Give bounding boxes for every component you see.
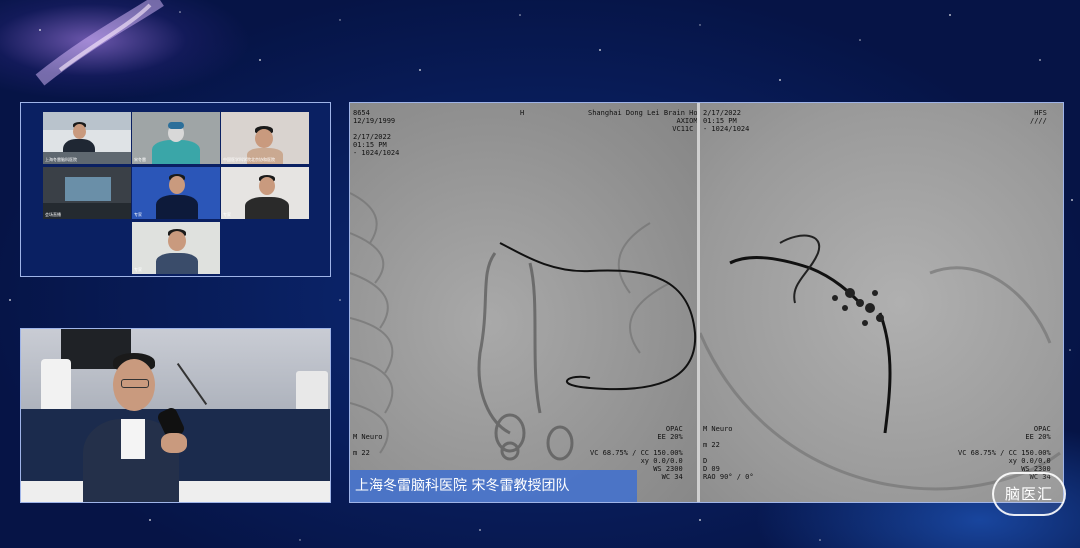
participant-name-label: 中国医学科学院北京协和医院 xyxy=(223,157,275,162)
study-info-overlay: M Neuro m 22 xyxy=(353,433,383,457)
participant-name-label: 会场直播 xyxy=(45,212,61,217)
participant-name-label: 专家 xyxy=(134,267,142,272)
participant-name-label: 宋冬雷 xyxy=(134,157,146,162)
participant-tile[interactable]: 专家 xyxy=(132,167,220,219)
patient-info-overlay: 2/17/2022 01:15 PM - 1024/1024 xyxy=(703,109,750,133)
participant-tile[interactable]: 宋冬雷 xyxy=(132,112,220,164)
participant-name-label: 专家 xyxy=(134,212,142,217)
angiography-display: 8654 12/19/1999 2/17/2022 01:15 PM - 102… xyxy=(349,102,1064,503)
participant-tile[interactable]: 上海冬雷脑科医院 xyxy=(43,112,131,164)
brand-logo: 脑医汇 xyxy=(992,472,1066,516)
orientation-marker: H xyxy=(520,109,525,117)
patient-info-overlay: 8654 12/19/1999 2/17/2022 01:15 PM - 102… xyxy=(353,109,400,157)
participant-name-label: 专家 xyxy=(223,212,231,217)
study-info-overlay: M Neuro m 22 D D 09 RAO 90° / 0° xyxy=(703,425,754,481)
participant-name-label: 上海冬雷脑科医院 xyxy=(45,157,77,162)
angiogram-right: 2/17/2022 01:15 PM - 1024/1024 HFS //// … xyxy=(700,103,1063,502)
angiogram-left: 8654 12/19/1999 2/17/2022 01:15 PM - 102… xyxy=(350,103,723,502)
participant-tile[interactable]: 专家 xyxy=(132,222,220,274)
participant-tile[interactable]: 中国医学科学院北京协和医院 xyxy=(221,112,309,164)
video-conference-grid: 上海冬雷脑科医院 宋冬雷 中国医学科学院北京协和医院 会场直播 专家 专家 专家 xyxy=(20,102,331,277)
participant-tile[interactable]: 会场直播 xyxy=(43,167,131,219)
participant-tile[interactable]: 专家 xyxy=(221,167,309,219)
caption-banner: 上海冬雷脑科医院 宋冬雷教授团队 xyxy=(350,470,637,502)
device-info-overlay: HFS //// xyxy=(1030,109,1047,125)
speaker-camera-feed xyxy=(20,328,331,503)
